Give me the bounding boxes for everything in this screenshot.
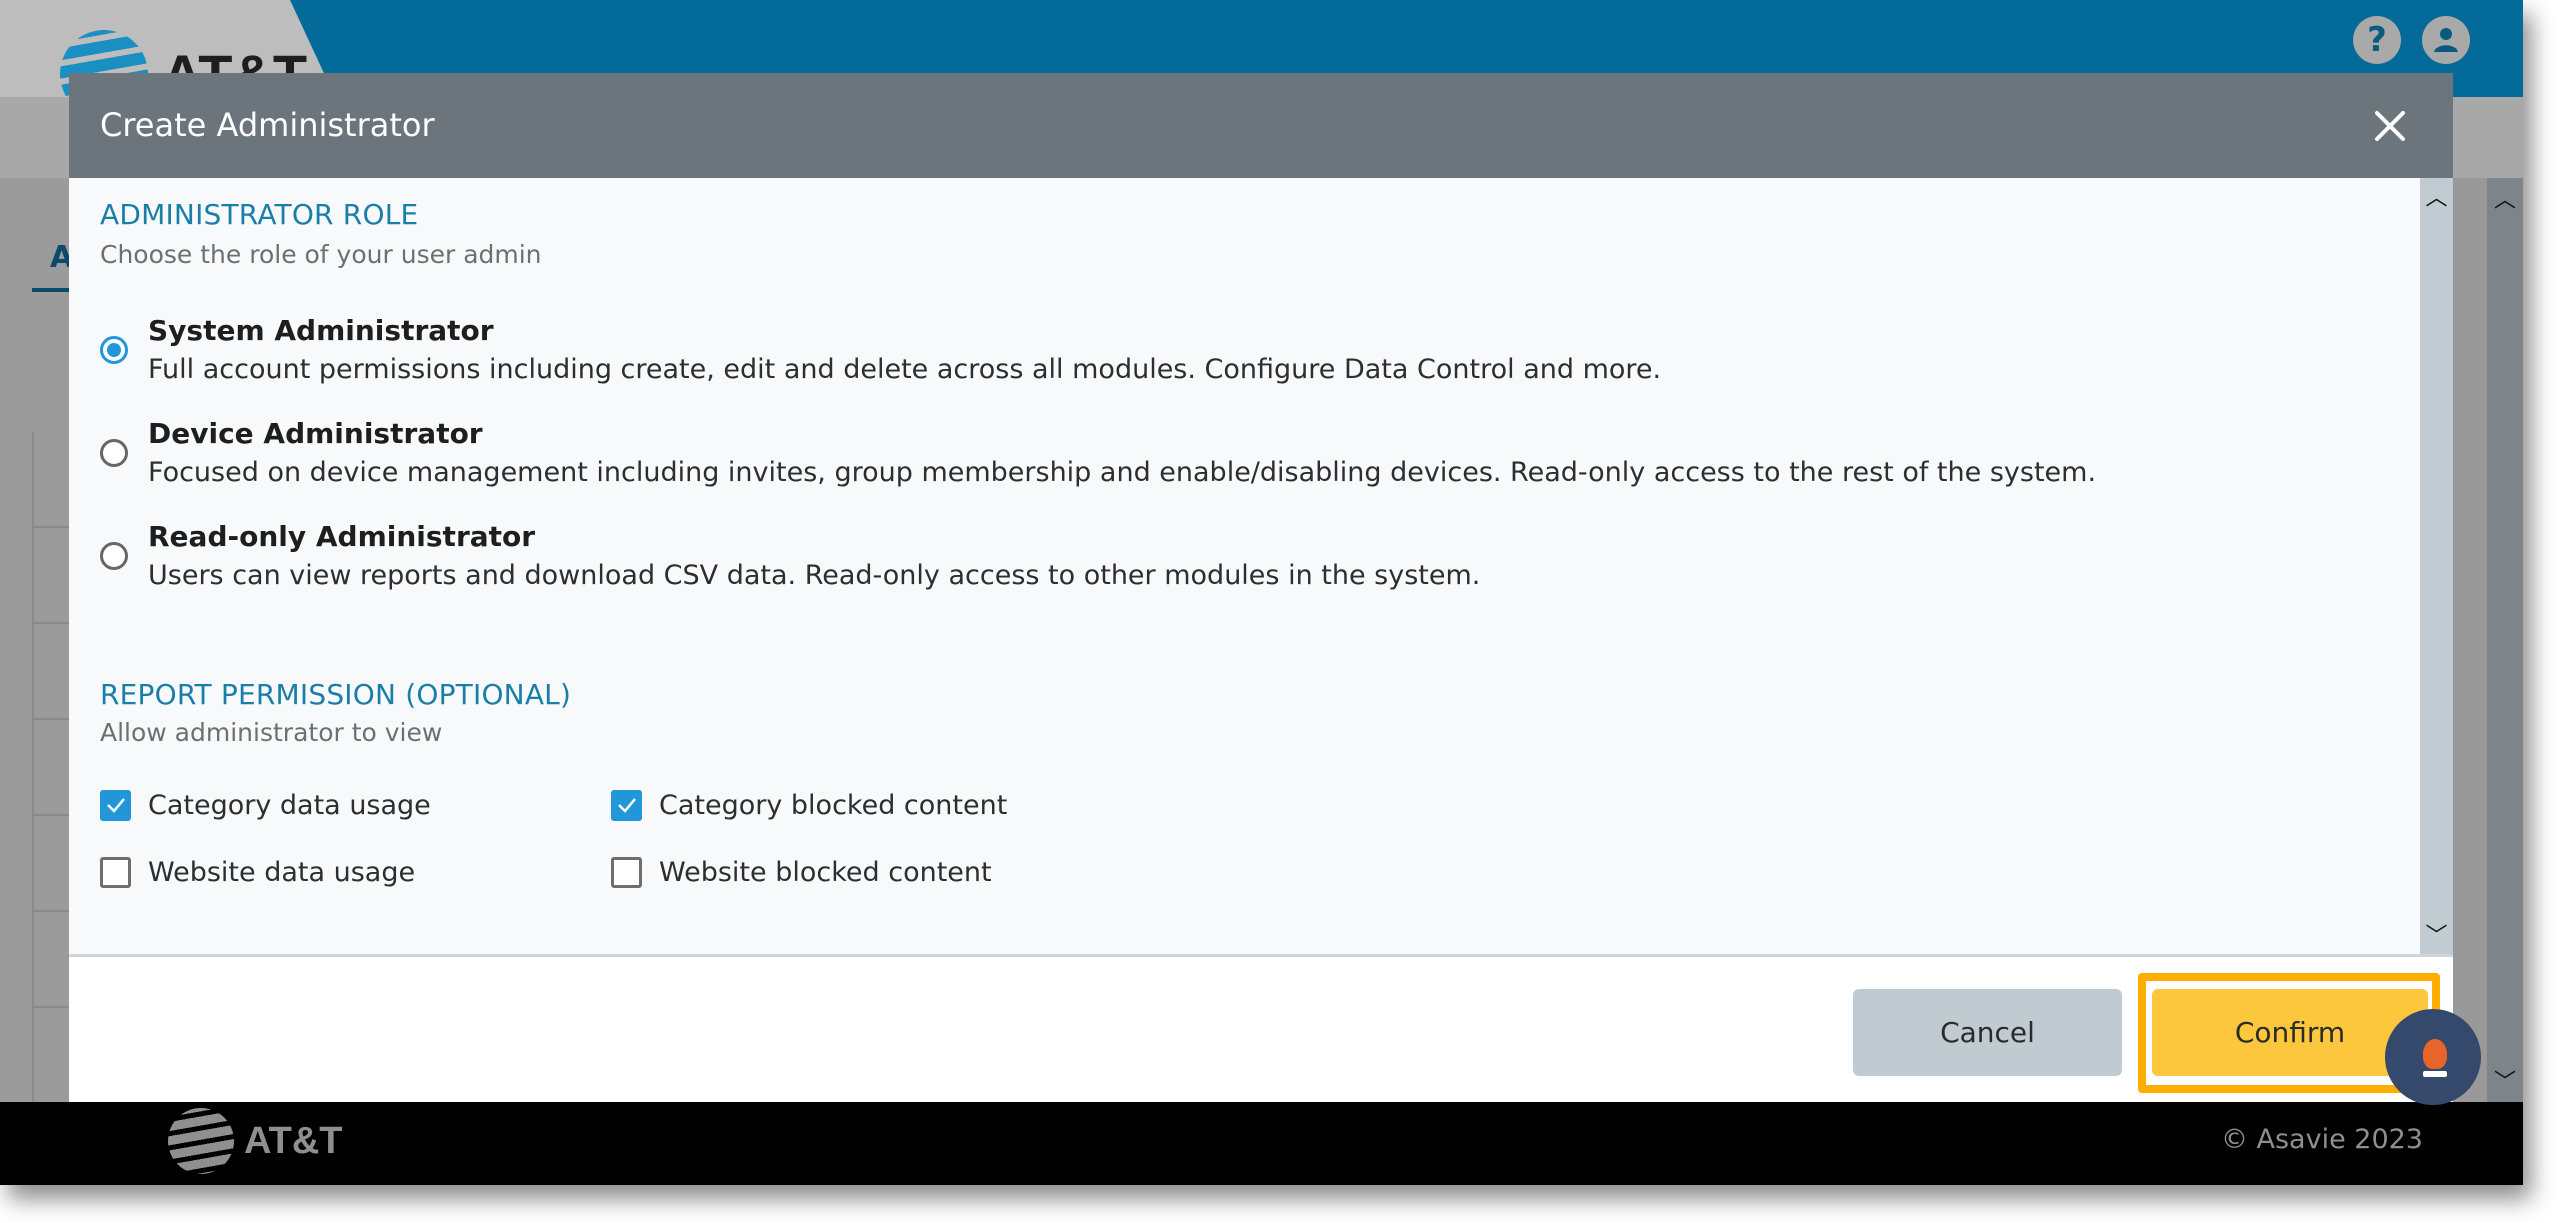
page-scrollbar[interactable]: ︿ ﹀ [2487, 178, 2523, 1102]
checkbox-checked[interactable] [100, 789, 131, 821]
scroll-down-icon[interactable]: ﹀ [2420, 918, 2453, 950]
checkbox-unchecked[interactable] [100, 856, 131, 888]
checkbox-category-blocked-content[interactable]: Category blocked content [611, 787, 1007, 823]
close-button[interactable] [2365, 101, 2415, 151]
radio-system-administrator[interactable]: System Administrator Full account permis… [100, 314, 2400, 394]
checkbox-label: Website data usage [148, 856, 416, 888]
checkbox-label: Category blocked content [659, 789, 1008, 821]
checkbox-category-data-usage[interactable]: Category data usage [100, 787, 431, 823]
radio-label: Device Administrator [148, 417, 483, 450]
checkbox-website-data-usage[interactable]: Website data usage [100, 854, 415, 890]
radio-button[interactable] [100, 439, 128, 467]
app-window: AT&T ? A ︿ ﹀ AT&T © Asavie 2023 Create A… [0, 0, 2523, 1185]
checkmark-icon [617, 798, 636, 813]
assistant-avatar-icon [2423, 1039, 2447, 1069]
checkbox-label: Category data usage [148, 789, 431, 821]
close-icon [2375, 111, 2405, 141]
footer-brand-text: AT&T [244, 1119, 343, 1162]
dialog-title-bar: Create Administrator [69, 73, 2453, 178]
app-footer [0, 1102, 2523, 1185]
scroll-up-icon[interactable]: ︿ [2487, 182, 2523, 214]
dialog-body: ADMINISTRATOR ROLE Choose the role of yo… [69, 178, 2453, 957]
radio-read-only-administrator[interactable]: Read-only Administrator Users can view r… [100, 520, 2400, 600]
radio-label: Read-only Administrator [148, 520, 536, 553]
report-section-subtitle: Allow administrator to view [100, 718, 443, 747]
page-gutter [2453, 178, 2487, 1102]
checkbox-unchecked[interactable] [611, 856, 642, 888]
cancel-button[interactable]: Cancel [1853, 989, 2122, 1076]
radio-description: Focused on device management including i… [148, 457, 2097, 488]
account-icon[interactable] [2422, 16, 2470, 64]
radio-button[interactable] [100, 542, 128, 570]
dialog-footer: Cancel Confirm [69, 957, 2453, 1102]
help-icon[interactable]: ? [2353, 16, 2401, 64]
checkmark-icon [106, 798, 125, 813]
role-section-subtitle: Choose the role of your user admin [100, 240, 542, 269]
att-globe-icon [168, 1108, 234, 1174]
checkbox-label: Website blocked content [659, 856, 992, 888]
create-administrator-dialog: Create Administrator ADMINISTRATOR ROLE … [69, 73, 2453, 1102]
radio-label: System Administrator [148, 314, 494, 347]
checkbox-website-blocked-content[interactable]: Website blocked content [611, 854, 992, 890]
radio-button-checked[interactable] [100, 336, 128, 364]
dialog-title: Create Administrator [100, 106, 435, 144]
assistant-collar [2423, 1071, 2447, 1077]
radio-device-administrator[interactable]: Device Administrator Focused on device m… [100, 417, 2400, 497]
dialog-scrollbar[interactable]: ︿ ﹀ [2420, 178, 2453, 954]
checkbox-checked[interactable] [611, 789, 642, 821]
radio-description: Users can view reports and download CSV … [148, 560, 1481, 591]
user-silhouette-icon [2434, 28, 2458, 52]
scroll-up-icon[interactable]: ︿ [2420, 180, 2453, 212]
radio-description: Full account permissions including creat… [148, 354, 1662, 385]
scroll-down-icon[interactable]: ﹀ [2487, 1064, 2523, 1096]
footer-logo: AT&T [168, 1108, 343, 1174]
chat-assistant-button[interactable] [2385, 1009, 2481, 1105]
report-section-title: REPORT PERMISSION (OPTIONAL) [100, 678, 572, 711]
copyright-text: © Asavie 2023 [2220, 1124, 2423, 1155]
role-section-title: ADMINISTRATOR ROLE [100, 198, 419, 231]
